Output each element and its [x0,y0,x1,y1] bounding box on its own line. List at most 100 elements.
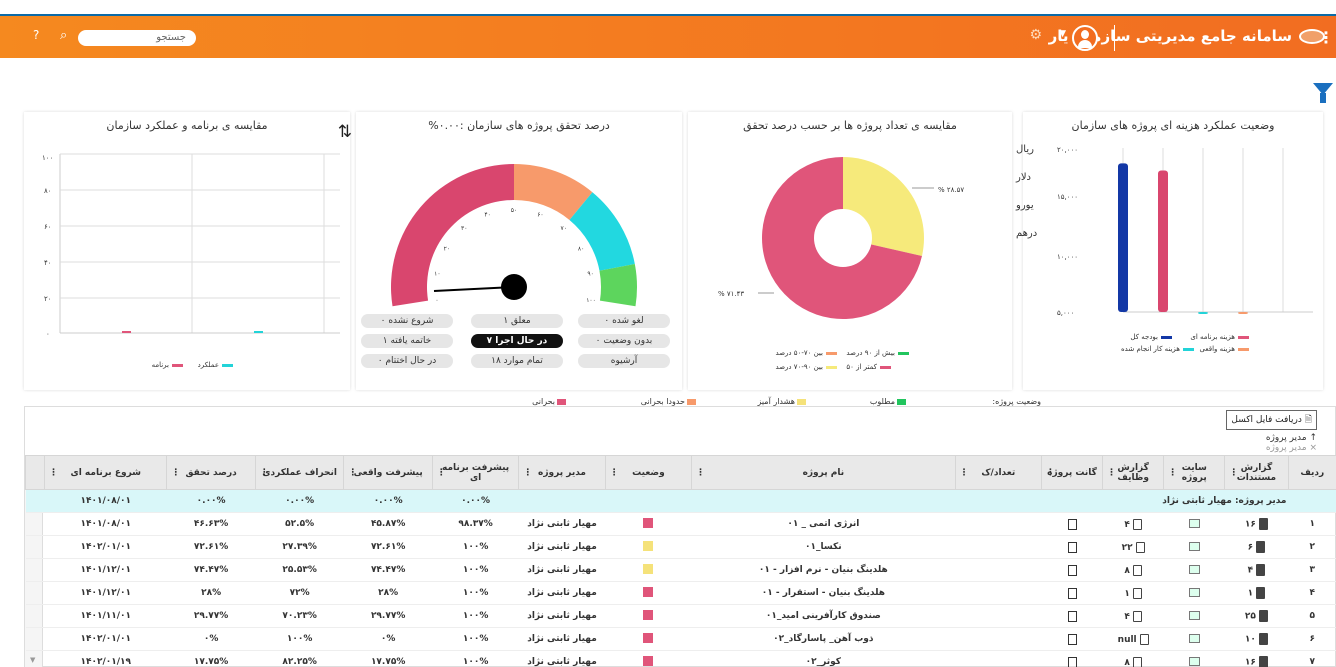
col-header[interactable]: نام پروژه ⋮ [691,455,956,490]
site-icon[interactable] [1188,565,1200,574]
cell-site[interactable] [1163,558,1225,582]
cell-site[interactable] [1163,512,1225,536]
clipboard-icon[interactable] [1139,633,1149,645]
search-icon[interactable]: ⌕ [60,28,67,43]
avatar[interactable] [1072,25,1098,51]
document-icon[interactable] [1258,656,1268,667]
site-icon[interactable] [1188,657,1200,666]
gantt-icon[interactable] [1067,610,1077,622]
status-btn-suspended[interactable]: معلق ۱ [471,314,563,328]
cell-gantt[interactable] [1041,558,1103,582]
cell-gantt[interactable] [1041,512,1103,536]
cell-site[interactable] [1163,650,1225,667]
search-input[interactable]: جستجو [78,30,196,46]
help-icon[interactable]: ? [33,28,39,42]
table-row[interactable]: ۳ ۴ ۸ هلدینگ بنیان - نرم افزار - ۰۱ مهیار ثا… [25,558,1336,582]
site-icon[interactable] [1188,588,1200,597]
cell-tasks[interactable]: ۸ [1102,558,1164,582]
column-menu-icon[interactable]: ⋮ [610,468,619,478]
column-menu-icon[interactable]: ⋮ [696,468,705,478]
site-icon[interactable] [1188,542,1200,551]
document-icon[interactable] [1256,541,1266,553]
status-btn-cancelled[interactable]: لغو شده ۰ [578,314,670,328]
cell-docs[interactable]: ۶ [1224,535,1289,559]
group-row[interactable]: مدیر پروژه: مهیار ثابتی نژاد ۰.۰۰% ۰.۰۰%… [25,489,1336,513]
clipboard-icon[interactable] [1132,518,1142,530]
col-header[interactable]: وضعیت ⋮ [604,455,693,490]
col-header[interactable]: درصد تحقق ⋮ [166,455,256,490]
filter-icon[interactable] [1313,83,1333,103]
col-header[interactable]: ردیف [1287,455,1336,490]
col-header[interactable]: پیشرفت برنامه ای ⋮ [431,455,520,490]
table-row[interactable]: ۱ ۱۶ ۴ انرژی اتمی _ ۰۱ مهیار ثابتی نژاد ۹۸.۳۷… [25,512,1336,536]
col-header[interactable]: گانت پروژه ⋮ [1040,455,1104,490]
clipboard-icon[interactable] [1132,610,1142,622]
document-icon[interactable] [1258,610,1268,622]
column-menu-icon[interactable]: ⋮ [260,468,269,478]
status-btn-archived[interactable]: آرشیوه [578,354,670,368]
cell-site[interactable] [1163,627,1225,651]
column-menu-icon[interactable]: ⋮ [437,468,446,478]
column-menu-icon[interactable]: ⋮ [348,468,357,478]
cell-site[interactable] [1163,604,1225,628]
cell-docs[interactable]: ۱۰ [1224,627,1289,651]
col-header[interactable]: گزارش مستندات ⋮ [1224,455,1289,490]
chevron-down-icon[interactable]: ▼ [1059,29,1066,39]
cell-tasks[interactable]: null [1102,627,1164,651]
col-header[interactable]: شروع برنامه ای ⋮ [44,455,168,490]
status-btn-no-status[interactable]: بدون وضعیت ۰ [578,334,670,348]
clipboard-icon[interactable] [1132,564,1142,576]
cell-tasks[interactable]: ۲۲ [1102,535,1164,559]
table-row[interactable]: ۵ ۲۵ ۴ صندوق کارآفرینی امید_۰۱ مهیار ثابتی ن… [25,604,1336,628]
table-row[interactable]: ۲ ۶ ۲۲ نکسا_۰۱ مهیار ثابتی نژاد ۱۰۰% ۷۲.۶۱% ۲۷.… [25,535,1336,559]
cell-name[interactable]: هلدینگ بنیان - نرم افزار - ۰۱ [691,558,956,582]
column-menu-icon[interactable]: ⋮ [1107,468,1116,478]
cell-name[interactable]: انرژی اتمی _ ۰۱ [691,512,956,536]
cell-tasks[interactable]: ۴ [1102,604,1164,628]
cell-docs[interactable]: ۱۶ [1224,512,1289,536]
column-menu-icon[interactable]: ⋮ [960,468,969,478]
gantt-icon[interactable] [1067,633,1077,645]
cell-docs[interactable]: ۴ [1224,558,1289,582]
column-menu-icon[interactable]: ⋮ [1229,468,1238,478]
gear-icon[interactable]: ⚙ [1029,27,1042,43]
status-btn-closing[interactable]: در حال اختتام ۰ [361,354,453,368]
cell-tasks[interactable]: ۸ [1102,650,1164,667]
cell-name[interactable]: نکسا_۰۱ [691,535,956,559]
col-header[interactable]: پیشرفت واقعی ⋮ [343,455,433,490]
status-btn-finished[interactable]: خاتمه یافته ۱ [361,334,453,348]
site-icon[interactable] [1188,611,1200,620]
column-menu-icon[interactable]: ⋮ [523,468,532,478]
cell-gantt[interactable] [1041,650,1103,667]
excel-download-button[interactable]: 🗎 دریافت فایل اکسل [1226,410,1317,430]
document-icon[interactable] [1256,587,1266,599]
cell-docs[interactable]: ۲۵ [1224,604,1289,628]
site-icon[interactable] [1188,519,1200,528]
cell-gantt[interactable] [1041,535,1103,559]
cell-tasks[interactable]: ۱ [1102,581,1164,605]
currency-euro[interactable]: یورو [1016,200,1034,211]
document-icon[interactable] [1256,564,1266,576]
cell-gantt[interactable] [1041,581,1103,605]
column-menu-icon[interactable]: ⋮ [49,468,58,478]
cell-gantt[interactable] [1041,627,1103,651]
gantt-icon[interactable] [1067,541,1077,553]
currency-dollar[interactable]: دلار [1016,172,1031,183]
cell-gantt[interactable] [1041,604,1103,628]
col-header[interactable]: سایت پروژه ⋮ [1163,455,1226,490]
cell-name[interactable]: هلدینگ بنیان - استقرار - ۰۱ [691,581,956,605]
col-header[interactable]: تعداد/ک ⋮ [954,455,1042,490]
column-menu-icon[interactable]: ⋮ [1046,468,1055,478]
close-icon[interactable]: × [1309,443,1317,453]
document-icon[interactable] [1258,518,1268,530]
status-btn-all[interactable]: تمام موارد ۱۸ [471,354,563,368]
document-icon[interactable] [1258,633,1268,645]
cell-site[interactable] [1163,535,1225,559]
clipboard-icon[interactable] [1135,541,1145,553]
clipboard-icon[interactable] [1132,656,1142,667]
cell-name[interactable]: ذوب آهن_ پاسارگاد_۰۲ [691,627,956,651]
group-chip-close[interactable]: × مدیر پروژه [1266,443,1317,453]
cell-docs[interactable]: ۱ [1224,581,1289,605]
gantt-icon[interactable] [1067,518,1077,530]
cell-name[interactable]: صندوق کارآفرینی امید_۰۱ [691,604,956,628]
